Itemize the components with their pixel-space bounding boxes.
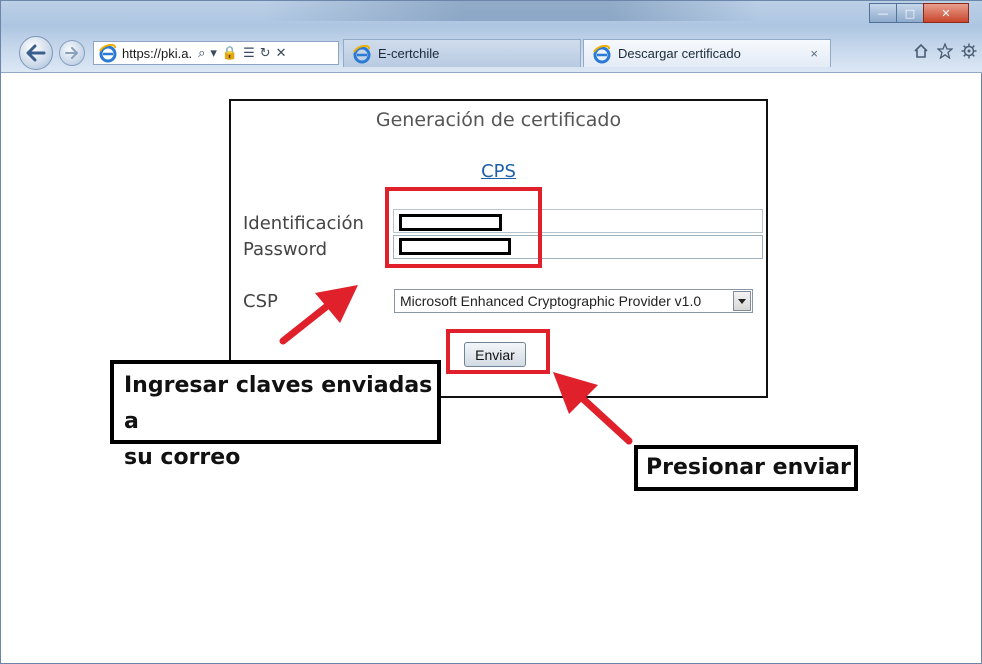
tab-label: Descargar certificado [618,46,741,61]
stop-icon[interactable]: ✕ [276,46,287,61]
close-window-button[interactable]: ✕ [923,3,969,23]
form-title: Generación de certificado [375,109,622,131]
csp-selected-value: Microsoft Enhanced Cryptographic Provide… [400,293,702,309]
callout-line: su correo [124,445,241,470]
identificacion-label: Identificación [243,213,364,234]
minimize-button[interactable]: — [869,3,897,23]
csp-label: CSP [243,291,278,312]
browser-window: — □ ✕ https://pki.a. ⌕ ▾ 🔒 ☰ ↻ ✕ E-certc… [0,0,982,664]
csp-select[interactable]: Microsoft Enhanced Cryptographic Provide… [394,289,753,313]
browser-tool-icons [913,43,977,59]
forward-arrow-icon [65,47,78,59]
tab-label: E-certchile [378,46,440,61]
submit-callout: Presionar enviar [634,445,858,491]
back-arrow-icon [26,44,46,62]
navigation-row: https://pki.a. ⌕ ▾ 🔒 ☰ ↻ ✕ E-certchile D… [1,33,982,71]
home-icon[interactable] [913,43,929,59]
search-icon[interactable]: ⌕ [198,46,205,61]
certificate-form-panel: Generación de certificado CPS Identifica… [229,99,768,398]
password-label: Password [243,239,328,260]
titlebar-glare [261,1,761,21]
ie-logo-icon [353,44,371,63]
password-redaction [399,238,511,255]
enviar-button[interactable]: Enviar [464,342,526,367]
compat-view-icon[interactable]: ☰ [243,46,255,61]
ie-logo-icon [99,43,117,63]
ie-logo-icon [593,44,611,63]
back-button[interactable] [19,36,53,70]
browser-toolbar: — □ ✕ https://pki.a. ⌕ ▾ 🔒 ☰ ↻ ✕ E-certc… [1,1,982,73]
maximize-button[interactable]: □ [896,3,924,23]
lock-icon[interactable]: 🔒 [222,46,238,61]
callout-line: Ingresar claves enviadas a [124,373,433,434]
credentials-callout: Ingresar claves enviadas a su correo [110,360,441,470]
window-controls: — □ ✕ [869,3,969,23]
close-tab-icon[interactable]: × [810,46,818,61]
tab-descargar-certificado[interactable]: Descargar certificado × [583,39,831,67]
address-url[interactable]: https://pki.a. [122,46,192,61]
forward-button[interactable] [59,40,85,66]
cps-link[interactable]: CPS [231,161,766,182]
address-tools: ⌕ ▾ 🔒 ☰ ↻ ✕ [198,46,291,61]
address-bar[interactable]: https://pki.a. ⌕ ▾ 🔒 ☰ ↻ ✕ [93,41,339,65]
identificacion-redaction [399,214,502,231]
gear-icon[interactable] [961,43,977,59]
dropdown-icon[interactable]: ▾ [210,46,217,61]
tab-ecertchile[interactable]: E-certchile [343,39,581,67]
chevron-down-icon[interactable] [733,291,751,311]
refresh-icon[interactable]: ↻ [260,46,271,61]
star-icon[interactable] [937,43,953,59]
